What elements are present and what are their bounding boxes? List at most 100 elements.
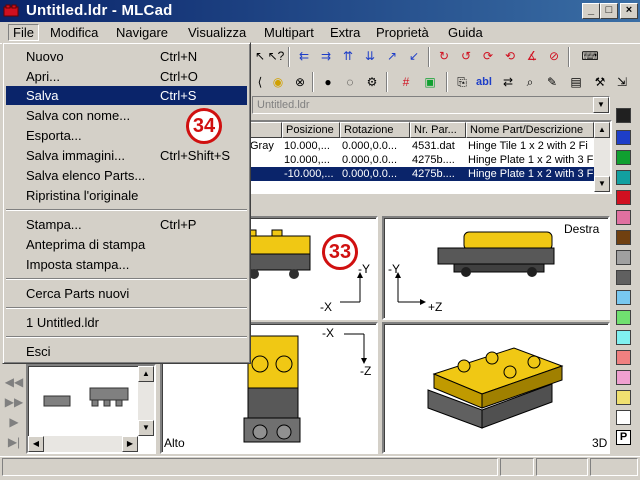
menu-item-apri[interactable]: Apri... Ctrl+O — [6, 67, 247, 86]
color-swatch-lightpink[interactable] — [616, 370, 631, 385]
menu-proprieta[interactable]: Proprietà — [372, 25, 433, 40]
move-right-x-icon[interactable]: ⇉ — [316, 46, 336, 66]
nav-step-icon[interactable]: ▶| — [4, 432, 24, 452]
chevron-down-icon[interactable]: ▼ — [593, 97, 609, 113]
color-swatch-brown[interactable] — [616, 230, 631, 245]
view-label-top: Alto — [164, 436, 185, 450]
preview-hscroll[interactable]: ◀ ▶ — [28, 436, 138, 452]
nav-first-icon[interactable]: ◀◀ — [4, 372, 24, 392]
color-swatch-pink[interactable] — [616, 210, 631, 225]
model-icon[interactable]: ▣ — [420, 72, 440, 92]
menu-item-stampa[interactable]: Stampa... Ctrl+P — [6, 215, 247, 234]
text-icon[interactable]: abl — [474, 72, 494, 92]
col-header-rotation[interactable]: Rotazione — [340, 122, 410, 138]
menu-item-label: Cerca Parts nuovi — [26, 286, 130, 301]
scroll-down-icon[interactable]: ▼ — [138, 420, 154, 436]
keyboard-icon[interactable]: ⌨ — [580, 46, 600, 66]
close-button[interactable]: × — [620, 3, 638, 19]
bulb-icon[interactable]: ◌ — [340, 72, 360, 92]
back-icon[interactable]: ⟨ — [250, 72, 270, 92]
col-header-part[interactable]: Nr. Par... — [410, 122, 466, 138]
menu-item-label: 1 Untitled.ldr — [26, 315, 99, 330]
cell-rotation: 0.000,0.0... — [342, 168, 398, 180]
view-3d[interactable]: 3D — [382, 322, 610, 454]
menu-item-ripristina[interactable]: Ripristina l'originale — [6, 186, 247, 205]
maximize-button[interactable]: □ — [600, 3, 618, 19]
color-swatch-black[interactable] — [616, 108, 631, 123]
edit-icon[interactable]: ✎ — [542, 72, 562, 92]
noscale-icon[interactable]: ⊗ — [290, 72, 310, 92]
nav-last-icon[interactable]: ▶▶ — [4, 392, 24, 412]
parts-icon[interactable]: ⚙ — [362, 72, 382, 92]
color-swatch-green[interactable] — [616, 150, 631, 165]
color-picker-button[interactable]: P — [616, 430, 631, 445]
move-z-back-icon[interactable]: ↙ — [404, 46, 424, 66]
nav-play-icon[interactable]: ▶ — [4, 412, 24, 432]
menu-item-nuovo[interactable]: Nuovo Ctrl+N — [6, 47, 247, 66]
menu-item-cerca-parts[interactable]: Cerca Parts nuovi — [6, 284, 247, 303]
menu-item-salva[interactable]: Salva Ctrl+S — [6, 86, 247, 105]
rotate-x-icon[interactable]: ↻ — [434, 46, 454, 66]
scroll-left-icon[interactable]: ◀ — [28, 436, 44, 452]
move-z-forward-icon[interactable]: ↗ — [382, 46, 402, 66]
help-pointer-icon[interactable]: ↖? — [266, 46, 286, 66]
menu-item-salva-immagini[interactable]: Salva immagini... Ctrl+Shift+S — [6, 146, 247, 165]
menu-item-esci[interactable]: Esci — [6, 342, 247, 361]
grid-icon[interactable]: # — [396, 72, 416, 92]
color-swatch-red[interactable] — [616, 190, 631, 205]
list-scrollbar[interactable]: ▲ ▼ — [594, 122, 610, 192]
scroll-down-icon[interactable]: ▼ — [594, 176, 610, 192]
menu-guida[interactable]: Guida — [444, 25, 487, 40]
menu-item-anteprima[interactable]: Anteprima di stampa — [6, 235, 247, 254]
menu-extra[interactable]: Extra — [326, 25, 364, 40]
image-icon[interactable]: ▤ — [566, 72, 586, 92]
ldraw-icon[interactable]: ◉ — [268, 72, 288, 92]
part-preview-image — [43, 387, 129, 407]
rotate-reset-icon[interactable]: ⊘ — [544, 46, 564, 66]
move-up-y-icon[interactable]: ⇈ — [338, 46, 358, 66]
color-swatch-white[interactable] — [616, 410, 631, 425]
scroll-right-icon[interactable]: ▶ — [122, 436, 138, 452]
color-swatch-lightblue[interactable] — [616, 290, 631, 305]
col-header-position[interactable]: Posizione — [282, 122, 340, 138]
color-swatch-blue[interactable] — [616, 130, 631, 145]
menu-item-salva-elenco-parts[interactable]: Salva elenco Parts... — [6, 166, 247, 185]
replace-icon[interactable]: ⇄ — [498, 72, 518, 92]
file-combo[interactable]: Untitled.ldr ▼ — [252, 96, 610, 114]
move-left-x-icon[interactable]: ⇇ — [294, 46, 314, 66]
color-swatch-darkgray[interactable] — [616, 270, 631, 285]
view-right[interactable]: Destra -Y +Z — [382, 216, 610, 320]
color-swatch-lightgray[interactable] — [616, 250, 631, 265]
menu-item-recent-file[interactable]: 1 Untitled.ldr — [6, 313, 247, 332]
menu-item-label: Stampa... — [26, 217, 82, 232]
rotate-y-icon[interactable]: ↺ — [456, 46, 476, 66]
move-down-y-icon[interactable]: ⇊ — [360, 46, 380, 66]
menu-item-label: Salva elenco Parts... — [26, 168, 146, 183]
menu-item-imposta-stampa[interactable]: Imposta stampa... — [6, 255, 247, 274]
color-swatch-yellow[interactable] — [616, 390, 631, 405]
color-swatch-salmon[interactable] — [616, 350, 631, 365]
color-swatch-teal[interactable] — [616, 170, 631, 185]
rotate-z-icon[interactable]: ⟳ — [478, 46, 498, 66]
menu-navigare[interactable]: Navigare — [112, 25, 172, 40]
color-swatch-cyan[interactable] — [616, 330, 631, 345]
scroll-up-icon[interactable]: ▲ — [138, 366, 154, 382]
search-icon[interactable]: ⌕ — [520, 72, 540, 92]
menu-multipart[interactable]: Multipart — [260, 25, 318, 40]
col-header-desc[interactable]: Nome Part/Descrizione — [466, 122, 594, 138]
file-combo-value: Untitled.ldr — [257, 99, 310, 111]
folder-icon[interactable]: ⎘ — [452, 72, 472, 92]
menu-file[interactable]: File — [8, 24, 39, 41]
scroll-up-icon[interactable]: ▲ — [594, 122, 610, 138]
rotate-angle-icon[interactable]: ∡ — [522, 46, 542, 66]
settings-icon[interactable]: ⚒ — [590, 72, 610, 92]
light-icon[interactable]: ● — [318, 72, 338, 92]
export-icon[interactable]: ⇲ — [612, 72, 632, 92]
menu-modifica[interactable]: Modifica — [46, 25, 102, 40]
color-swatch-lightgreen[interactable] — [616, 310, 631, 325]
cell-desc: Hinge Tile 1 x 2 with 2 Fi — [468, 140, 588, 152]
preview-vscroll[interactable]: ▲ ▼ — [138, 366, 154, 436]
minimize-button[interactable]: _ — [582, 3, 600, 19]
menu-visualizza[interactable]: Visualizza — [184, 25, 250, 40]
rotate-free-icon[interactable]: ⟲ — [500, 46, 520, 66]
